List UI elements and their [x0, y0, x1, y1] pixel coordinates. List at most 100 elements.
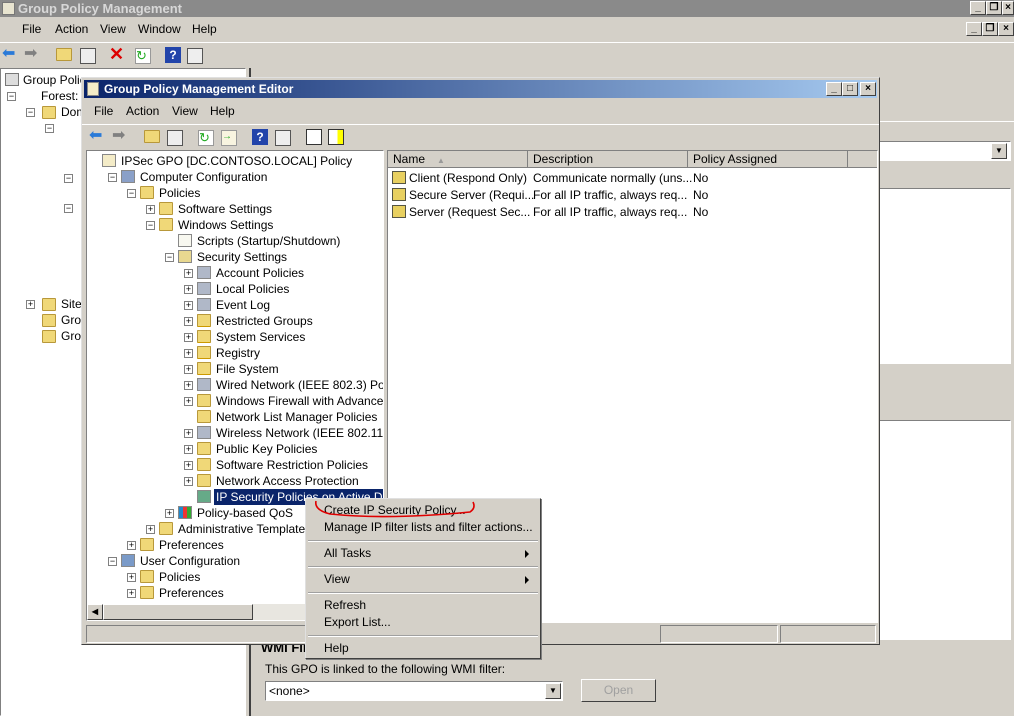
outer-minimize-button[interactable]: _: [970, 1, 986, 15]
scrollbar-thumb[interactable]: [103, 604, 253, 620]
editor-menu-view[interactable]: View: [172, 104, 198, 118]
editor-menu-action[interactable]: Action: [126, 104, 159, 118]
tree-item[interactable]: Policies: [159, 185, 200, 201]
new-policy-icon[interactable]: [306, 129, 322, 145]
tree-item[interactable]: Software Settings: [178, 201, 272, 217]
collapse-icon[interactable]: −: [165, 253, 174, 262]
tree-item[interactable]: Computer Configuration: [140, 169, 267, 185]
tree-item[interactable]: File System: [216, 361, 279, 377]
expand-icon[interactable]: +: [184, 269, 193, 278]
forward-icon[interactable]: ➡: [112, 128, 128, 145]
column-header-description[interactable]: Description: [528, 151, 688, 168]
expand-icon[interactable]: +: [184, 333, 193, 342]
help-icon[interactable]: ?: [252, 129, 268, 145]
tree-item[interactable]: System Services: [216, 329, 305, 345]
expand-icon[interactable]: +: [184, 301, 193, 310]
expand-icon[interactable]: +: [184, 397, 193, 406]
editor-close-button[interactable]: ×: [860, 82, 876, 96]
menu-item-view[interactable]: View: [324, 571, 536, 588]
collapse-icon[interactable]: −: [108, 173, 117, 182]
tree-item-forest[interactable]: Forest:: [41, 88, 78, 104]
wmi-filter-select[interactable]: <none>: [265, 681, 563, 701]
help-icon[interactable]: ?: [165, 47, 181, 63]
expand-icon[interactable]: +: [26, 300, 35, 309]
column-header-name[interactable]: Name ▲: [388, 151, 528, 168]
table-row[interactable]: Server (Request Sec... For all IP traffic…: [388, 204, 868, 221]
expand-icon[interactable]: +: [184, 429, 193, 438]
assign-policy-icon[interactable]: [328, 129, 344, 145]
expand-icon[interactable]: +: [165, 509, 174, 518]
expand-icon[interactable]: +: [127, 541, 136, 550]
tree-item[interactable]: IPSec GPO [DC.CONTOSO.LOCAL] Policy: [121, 153, 352, 169]
expand-icon[interactable]: +: [127, 589, 136, 598]
tree-item[interactable]: Security Settings: [197, 249, 287, 265]
delete-icon[interactable]: ✕: [109, 45, 125, 63]
show-hide-tree-icon[interactable]: [167, 130, 183, 146]
expand-icon[interactable]: +: [127, 573, 136, 582]
tree-item[interactable]: Wired Network (IEEE 802.3) Policies: [216, 377, 383, 393]
menu-help[interactable]: Help: [192, 22, 217, 36]
scroll-left-icon[interactable]: ◀: [87, 604, 103, 620]
menu-item-refresh[interactable]: Refresh: [324, 597, 536, 614]
tree-item[interactable]: Local Policies: [216, 281, 289, 297]
chevron-down-icon[interactable]: ▼: [545, 683, 561, 699]
menu-item-export-list[interactable]: Export List...: [324, 614, 536, 631]
show-hide-tree-icon[interactable]: [80, 48, 96, 64]
up-folder-icon[interactable]: [144, 130, 160, 143]
tree-item[interactable]: Policies: [159, 569, 200, 585]
tree-item[interactable]: Restricted Groups: [216, 313, 313, 329]
chevron-down-icon[interactable]: ▼: [991, 143, 1007, 159]
column-header-policy-assigned[interactable]: Policy Assigned: [688, 151, 848, 168]
expand-icon[interactable]: +: [184, 461, 193, 470]
tree-item[interactable]: Network List Manager Policies: [216, 409, 377, 425]
expand-icon[interactable]: +: [146, 525, 155, 534]
details-dropdown[interactable]: [871, 141, 1011, 161]
outer-close-button[interactable]: ×: [1002, 1, 1014, 15]
tree-item[interactable]: Windows Settings: [178, 217, 273, 233]
expand-icon[interactable]: +: [184, 365, 193, 374]
expand-icon[interactable]: +: [184, 285, 193, 294]
outer-restore-button[interactable]: ❐: [986, 1, 1002, 15]
tree-item[interactable]: Software Restriction Policies: [216, 457, 368, 473]
table-row[interactable]: Secure Server (Requi... For all IP traffi…: [388, 187, 868, 204]
refresh-icon[interactable]: ↻: [198, 130, 214, 146]
export-list-icon[interactable]: →: [221, 130, 237, 146]
collapse-icon[interactable]: −: [108, 557, 117, 566]
expand-icon[interactable]: +: [184, 317, 193, 326]
tree-item[interactable]: Preferences: [159, 585, 224, 601]
mdi-close-button[interactable]: ×: [998, 22, 1014, 36]
tree-item[interactable]: Preferences: [159, 537, 224, 553]
editor-menu-file[interactable]: File: [94, 104, 113, 118]
tree-item[interactable]: Public Key Policies: [216, 441, 317, 457]
expand-icon[interactable]: +: [146, 205, 155, 214]
up-folder-icon[interactable]: [56, 48, 72, 61]
menu-item-help[interactable]: Help: [324, 640, 536, 657]
tree-item[interactable]: Scripts (Startup/Shutdown): [197, 233, 340, 249]
back-icon[interactable]: ⬅: [89, 128, 105, 145]
menu-action[interactable]: Action: [55, 22, 88, 36]
tree-item[interactable]: Windows Firewall with Advanced Security: [216, 393, 383, 409]
back-icon[interactable]: ⬅: [2, 46, 18, 63]
collapse-icon[interactable]: −: [26, 108, 35, 117]
expand-icon[interactable]: +: [184, 349, 193, 358]
properties-icon[interactable]: [275, 130, 291, 146]
collapse-icon[interactable]: −: [146, 221, 155, 230]
menu-window[interactable]: Window: [138, 22, 181, 36]
collapse-icon[interactable]: −: [45, 124, 54, 133]
open-button[interactable]: Open: [581, 679, 656, 702]
expand-icon[interactable]: +: [184, 381, 193, 390]
table-row[interactable]: Client (Respond Only) Communicate normall…: [388, 170, 868, 187]
mdi-minimize-button[interactable]: _: [966, 22, 982, 36]
tree-item[interactable]: Account Policies: [216, 265, 304, 281]
collapse-icon[interactable]: −: [127, 189, 136, 198]
editor-minimize-button[interactable]: _: [826, 82, 842, 96]
tree-item[interactable]: Wireless Network (IEEE 802.11) Policies: [216, 425, 383, 441]
editor-menu-help[interactable]: Help: [210, 104, 235, 118]
collapse-icon[interactable]: −: [7, 92, 16, 101]
menu-file[interactable]: File: [22, 22, 41, 36]
refresh-icon[interactable]: ↻: [135, 48, 151, 64]
menu-item-all-tasks[interactable]: All Tasks: [324, 545, 536, 562]
tree-item[interactable]: Policy-based QoS: [197, 505, 293, 521]
forward-icon[interactable]: ➡: [24, 46, 40, 63]
expand-icon[interactable]: +: [184, 477, 193, 486]
